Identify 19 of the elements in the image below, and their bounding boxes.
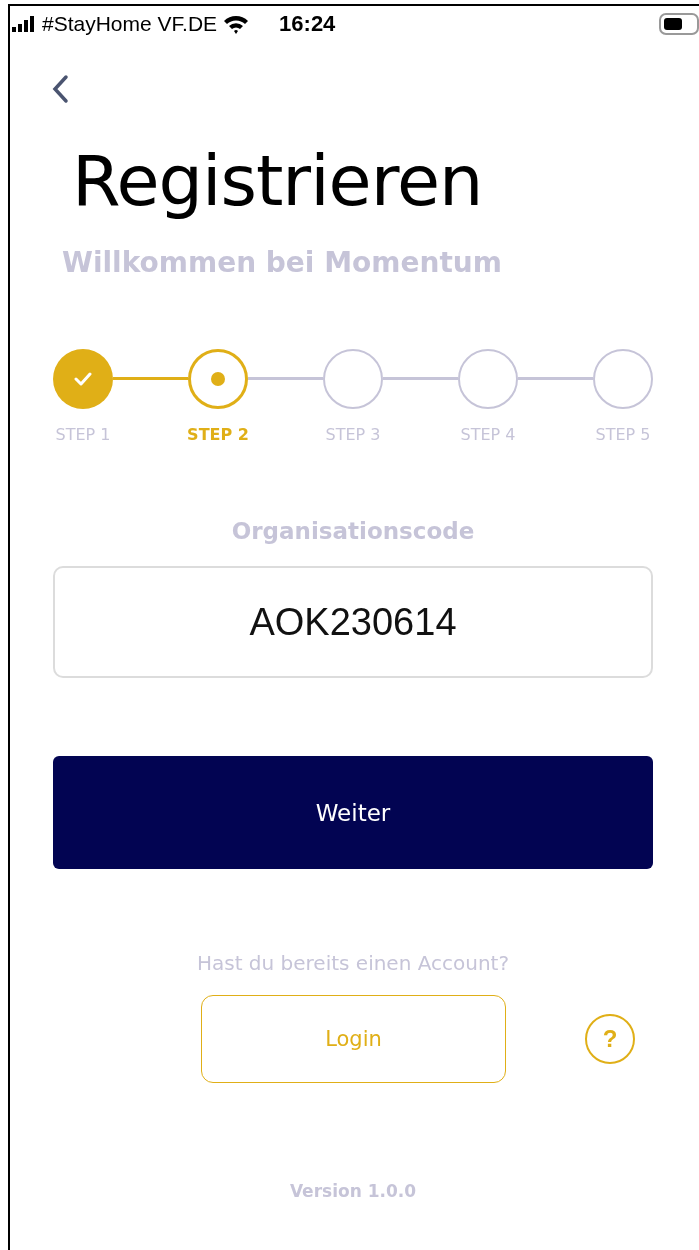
signal-icon [12,16,36,32]
version-text: Version 1.0.0 [288,1181,418,1201]
step-label: STEP 2 [187,425,249,444]
battery-icon [659,13,699,35]
step-label: STEP 5 [595,425,651,444]
page-subtitle: Willkommen bei Momentum [62,246,503,279]
wifi-icon [223,14,250,34]
field-label: Organisationscode [230,518,476,544]
chevron-left-icon [51,74,69,104]
account-prompt: Hast du bereits einen Account? [195,951,511,975]
step-label: STEP 1 [55,425,111,444]
check-icon [74,372,92,386]
organisation-code-field[interactable]: AOK230614 [53,566,653,678]
step-label: STEP 3 [325,425,381,444]
continue-button[interactable]: Weiter [53,756,653,869]
carrier-name: #StayHome VF.DE [42,12,218,36]
status-time: 16:24 [279,11,336,37]
current-dot-icon [211,372,225,386]
step-label: STEP 4 [460,425,516,444]
